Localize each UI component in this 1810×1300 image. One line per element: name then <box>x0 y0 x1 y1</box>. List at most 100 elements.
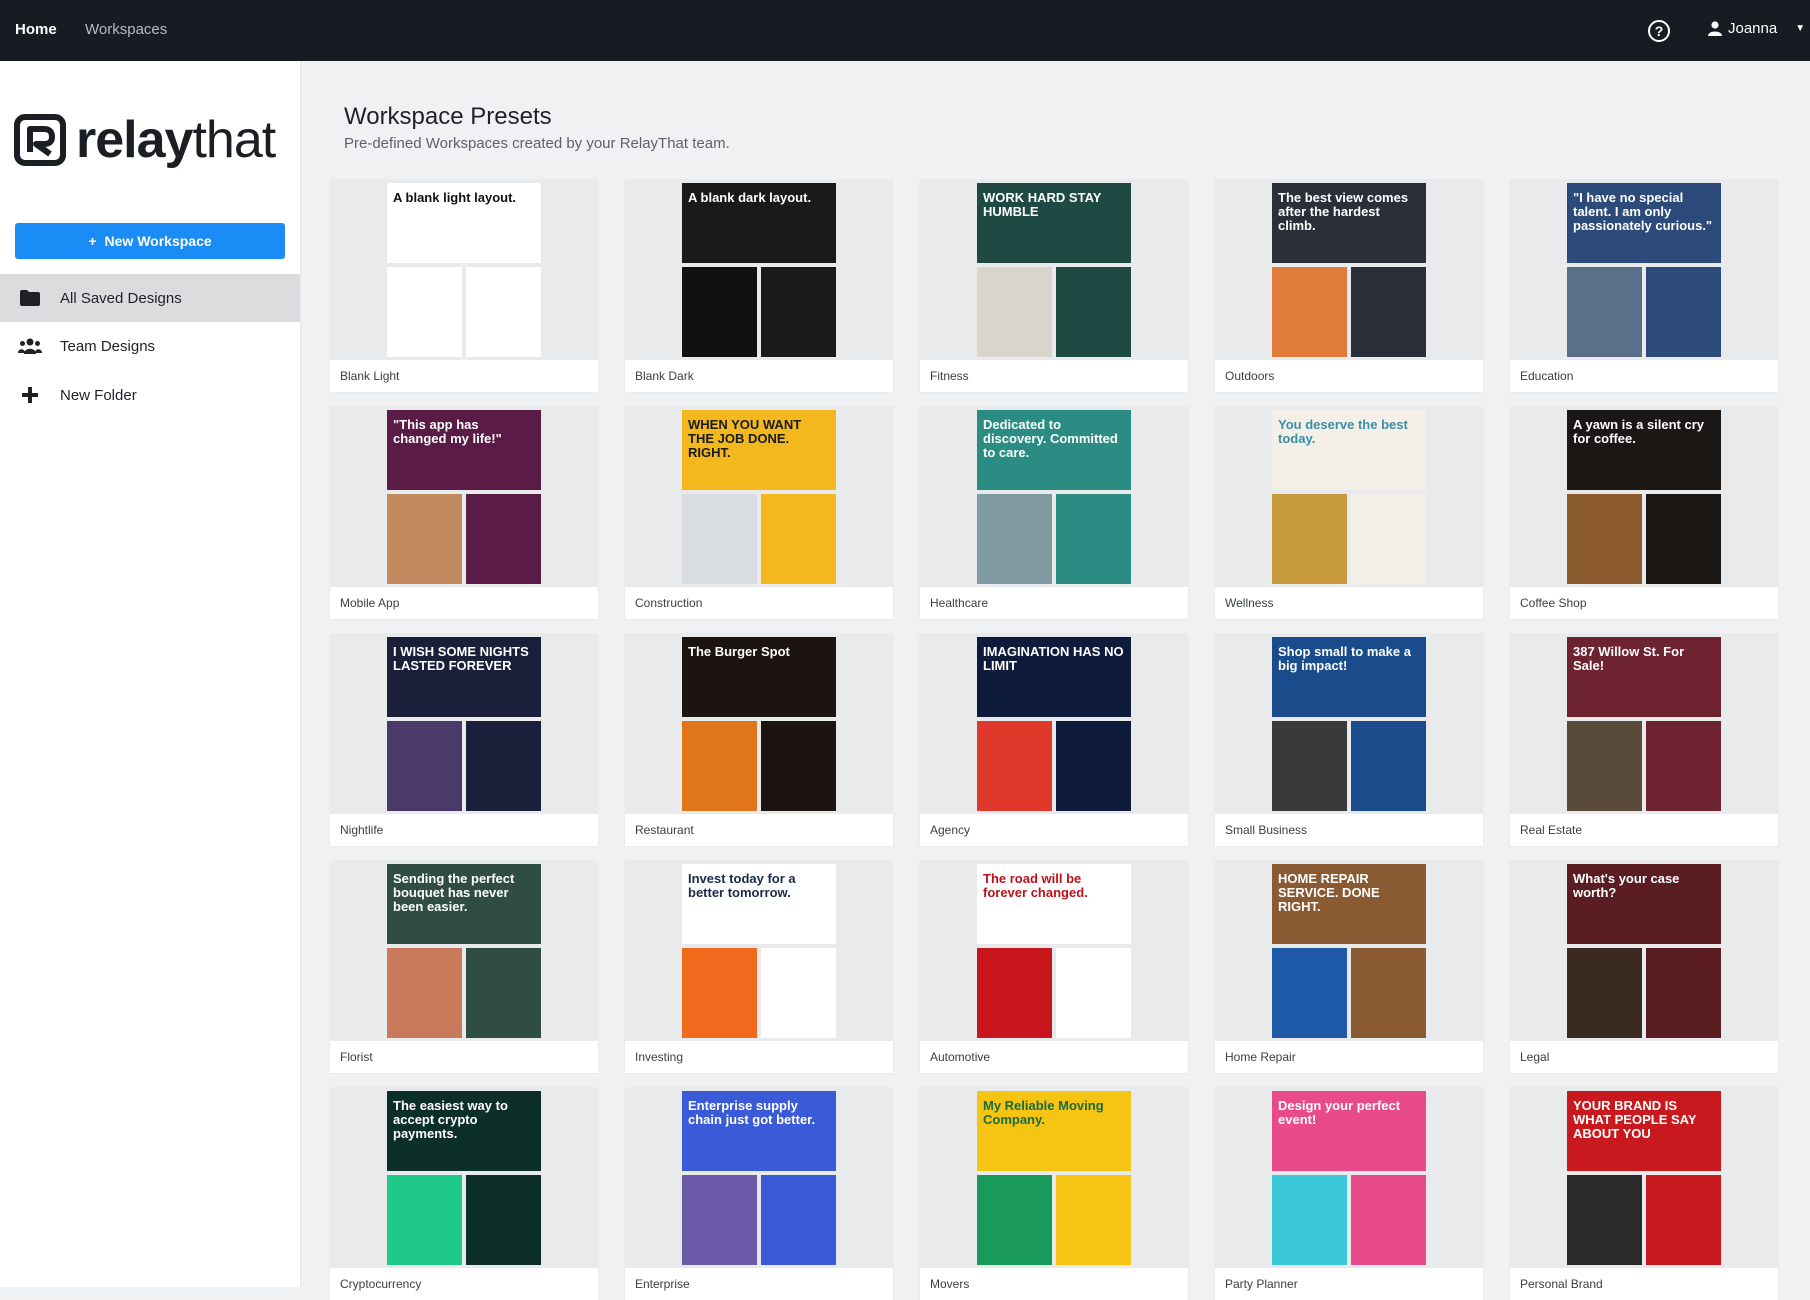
preset-preview: "This app has changed my life!" <box>387 410 541 584</box>
preset-thumbnail[interactable]: The road will be forever changed. <box>920 861 1188 1041</box>
preset-card[interactable]: WORK HARD STAY HUMBLE Fitness <box>920 180 1188 392</box>
sidebar-item-new-folder[interactable]: New Folder <box>0 371 300 419</box>
preset-thumbnail[interactable]: Shop small to make a big impact! <box>1215 634 1483 814</box>
preset-card[interactable]: What's your case worth? Legal <box>1510 861 1778 1073</box>
preset-card[interactable]: Dedicated to discovery. Committed to car… <box>920 407 1188 619</box>
preset-thumbnail[interactable]: HOME REPAIR SERVICE. DONE RIGHT. <box>1215 861 1483 1041</box>
preview-tile: YOUR BRAND IS WHAT PEOPLE SAY ABOUT YOU <box>1567 1091 1721 1171</box>
sidebar-item-all-saved-designs[interactable]: All Saved Designs <box>0 274 300 322</box>
preset-card[interactable]: "This app has changed my life!" Mobile Ap… <box>330 407 598 619</box>
nav-workspaces-link[interactable]: Workspaces <box>85 21 167 38</box>
preview-tile <box>1351 267 1426 357</box>
preset-thumbnail[interactable]: IMAGINATION HAS NO LIMIT <box>920 634 1188 814</box>
preset-card[interactable]: The easiest way to accept crypto payment… <box>330 1088 598 1300</box>
preview-headline: Invest today for a better tomorrow. <box>688 871 796 900</box>
preset-label: Coffee Shop <box>1520 596 1587 610</box>
preview-tile: I WISH SOME NIGHTS LASTED FOREVER <box>387 637 541 717</box>
preview-tile <box>977 494 1052 584</box>
preset-preview: Dedicated to discovery. Committed to car… <box>977 410 1131 584</box>
folder-icon <box>0 290 60 306</box>
user-menu[interactable]: Joanna ▼ <box>1708 20 1805 37</box>
preview-tile: My Reliable Moving Company. <box>977 1091 1131 1171</box>
preset-thumbnail[interactable]: The easiest way to accept crypto payment… <box>330 1088 598 1268</box>
preview-headline: The road will be forever changed. <box>983 871 1088 900</box>
preset-card[interactable]: IMAGINATION HAS NO LIMIT Agency <box>920 634 1188 846</box>
preset-thumbnail[interactable]: "I have no special talent. I am only pas… <box>1510 180 1778 360</box>
preset-thumbnail[interactable]: My Reliable Moving Company. <box>920 1088 1188 1268</box>
preset-card[interactable]: The best view comes after the hardest cl… <box>1215 180 1483 392</box>
preview-tile <box>466 721 541 811</box>
preset-preview: WHEN YOU WANT THE JOB DONE. RIGHT. <box>682 410 836 584</box>
preview-headline: "This app has changed my life!" <box>393 417 502 446</box>
preset-thumbnail[interactable]: WORK HARD STAY HUMBLE <box>920 180 1188 360</box>
preset-card[interactable]: The road will be forever changed. Automot… <box>920 861 1188 1073</box>
preset-card[interactable]: Sending the perfect bouquet has never be… <box>330 861 598 1073</box>
preview-headline: What's your case worth? <box>1573 871 1680 900</box>
help-icon[interactable]: ? <box>1648 20 1670 42</box>
preset-card[interactable]: A blank light layout. Blank Light <box>330 180 598 392</box>
preset-preview: A blank dark layout. <box>682 183 836 357</box>
preview-tile: The Burger Spot <box>682 637 836 717</box>
preset-thumbnail[interactable]: YOUR BRAND IS WHAT PEOPLE SAY ABOUT YOU <box>1510 1088 1778 1268</box>
preset-thumbnail[interactable]: Dedicated to discovery. Committed to car… <box>920 407 1188 587</box>
preset-thumbnail[interactable]: I WISH SOME NIGHTS LASTED FOREVER <box>330 634 598 814</box>
preset-card[interactable]: You deserve the best today. Wellness <box>1215 407 1483 619</box>
preset-card[interactable]: "I have no special talent. I am only pas… <box>1510 180 1778 392</box>
preset-thumbnail[interactable]: Invest today for a better tomorrow. <box>625 861 893 1041</box>
chevron-down-icon: ▼ <box>1795 23 1806 34</box>
preset-thumbnail[interactable]: What's your case worth? <box>1510 861 1778 1041</box>
preset-preview: IMAGINATION HAS NO LIMIT <box>977 637 1131 811</box>
preset-label: Real Estate <box>1520 823 1583 837</box>
preset-thumbnail[interactable]: Design your perfect event! <box>1215 1088 1483 1268</box>
preset-preview: Sending the perfect bouquet has never be… <box>387 864 541 1038</box>
preset-card[interactable]: Invest today for a better tomorrow. Inves… <box>625 861 893 1073</box>
preset-label: Education <box>1520 369 1574 383</box>
preview-tile <box>387 721 462 811</box>
plus-icon <box>0 387 60 403</box>
preset-card[interactable]: WHEN YOU WANT THE JOB DONE. RIGHT. Constr… <box>625 407 893 619</box>
nav-home-link[interactable]: Home <box>15 21 57 38</box>
preset-card[interactable]: Shop small to make a big impact! Small Bu… <box>1215 634 1483 846</box>
preview-headline: WHEN YOU WANT THE JOB DONE. RIGHT. <box>688 417 802 460</box>
preset-thumbnail[interactable]: The Burger Spot <box>625 634 893 814</box>
preview-headline: You deserve the best today. <box>1278 417 1408 446</box>
preview-tile <box>1272 267 1347 357</box>
preset-thumbnail[interactable]: 387 Willow St. For Sale! <box>1510 634 1778 814</box>
preset-card[interactable]: My Reliable Moving Company. Movers <box>920 1088 1188 1300</box>
new-workspace-button[interactable]: + New Workspace <box>15 223 285 259</box>
preview-headline: Design your perfect event! <box>1278 1098 1401 1127</box>
preset-thumbnail[interactable]: Sending the perfect bouquet has never be… <box>330 861 598 1041</box>
preset-label: Party Planner <box>1225 1277 1298 1291</box>
preview-tile: The road will be forever changed. <box>977 864 1131 944</box>
preview-headline: My Reliable Moving Company. <box>983 1098 1104 1127</box>
preset-card[interactable]: Design your perfect event! Party Planner <box>1215 1088 1483 1300</box>
preview-tile <box>1646 267 1721 357</box>
preview-tile <box>682 494 757 584</box>
preset-label: Legal <box>1520 1050 1550 1064</box>
preset-thumbnail[interactable]: You deserve the best today. <box>1215 407 1483 587</box>
preset-thumbnail[interactable]: Enterprise supply chain just got better. <box>625 1088 893 1268</box>
sidebar-item-team-designs[interactable]: Team Designs <box>0 322 300 370</box>
preset-card[interactable]: YOUR BRAND IS WHAT PEOPLE SAY ABOUT YOU P… <box>1510 1088 1778 1300</box>
preset-card[interactable]: HOME REPAIR SERVICE. DONE RIGHT. Home Rep… <box>1215 861 1483 1073</box>
preset-thumbnail[interactable]: A blank dark layout. <box>625 180 893 360</box>
preview-tile <box>387 948 462 1038</box>
preview-tile: HOME REPAIR SERVICE. DONE RIGHT. <box>1272 864 1426 944</box>
preset-label: Florist <box>340 1050 373 1064</box>
preset-card[interactable]: A blank dark layout. Blank Dark <box>625 180 893 392</box>
preset-thumbnail[interactable]: WHEN YOU WANT THE JOB DONE. RIGHT. <box>625 407 893 587</box>
relaythat-logo[interactable]: relaythat <box>14 109 276 171</box>
preset-card[interactable]: Enterprise supply chain just got better.… <box>625 1088 893 1300</box>
preset-card[interactable]: I WISH SOME NIGHTS LASTED FOREVER Nightli… <box>330 634 598 846</box>
preset-label: Fitness <box>930 369 969 383</box>
preset-card[interactable]: The Burger Spot Restaurant <box>625 634 893 846</box>
preset-thumbnail[interactable]: A blank light layout. <box>330 180 598 360</box>
preset-card[interactable]: A yawn is a silent cry for coffee. Coffee… <box>1510 407 1778 619</box>
preview-headline: WORK HARD STAY HUMBLE <box>983 190 1102 219</box>
preset-thumbnail[interactable]: The best view comes after the hardest cl… <box>1215 180 1483 360</box>
preset-thumbnail[interactable]: "This app has changed my life!" <box>330 407 598 587</box>
preset-preview: The easiest way to accept crypto payment… <box>387 1091 541 1265</box>
preview-tile <box>1056 494 1131 584</box>
preset-card[interactable]: 387 Willow St. For Sale! Real Estate <box>1510 634 1778 846</box>
preset-thumbnail[interactable]: A yawn is a silent cry for coffee. <box>1510 407 1778 587</box>
